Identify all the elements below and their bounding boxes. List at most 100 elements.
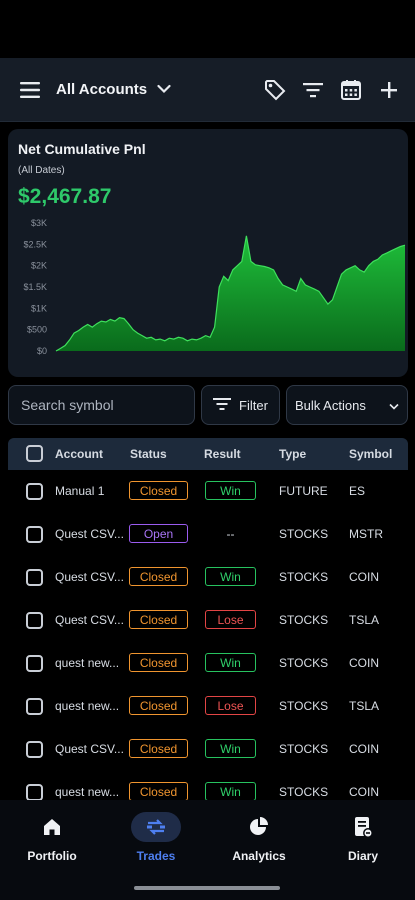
filter-lines-icon[interactable] — [301, 78, 325, 102]
bulk-actions-label: Bulk Actions — [295, 397, 366, 413]
pnl-chart: $3K $2.5K $2K $1.5K $1K $500 $0 — [23, 218, 406, 356]
status-badge: Closed — [129, 782, 188, 800]
nav-trades[interactable]: Trades — [111, 812, 201, 863]
symbol-cell: COIN — [349, 742, 379, 756]
bulk-actions-dropdown[interactable]: Bulk Actions — [286, 385, 408, 425]
nav-analytics[interactable]: Analytics — [214, 812, 304, 863]
row-checkbox[interactable] — [26, 612, 43, 629]
home-icon — [27, 812, 77, 842]
row-checkbox[interactable] — [26, 655, 43, 672]
table-row[interactable]: quest new... Closed Lose STOCKS TSLA — [8, 685, 408, 728]
pnl-title: Net Cumulative Pnl — [18, 141, 146, 157]
column-header-type: Type — [279, 447, 307, 461]
account-cell: Quest CSV... — [55, 570, 124, 584]
table-row[interactable]: quest new... Closed Win STOCKS COIN — [8, 771, 408, 800]
result-badge: Win — [205, 739, 256, 758]
status-badge: Closed — [129, 610, 188, 629]
type-cell: STOCKS — [279, 613, 329, 627]
column-header-result: Result — [204, 447, 241, 461]
status-badge: Open — [129, 524, 188, 543]
tag-icon[interactable] — [263, 78, 287, 102]
type-cell: STOCKS — [279, 656, 329, 670]
account-cell: Quest CSV... — [55, 613, 124, 627]
y-tick-label: $3K — [31, 218, 47, 228]
pnl-date-range: (All Dates) — [18, 165, 65, 176]
row-checkbox[interactable] — [26, 784, 43, 800]
type-cell: STOCKS — [279, 570, 329, 584]
account-selector[interactable]: All Accounts — [56, 81, 171, 99]
type-cell: STOCKS — [279, 699, 329, 713]
filter-button[interactable]: Filter — [201, 385, 280, 425]
table-row[interactable]: Quest CSV... Closed Lose STOCKS TSLA — [8, 599, 408, 642]
nav-label: Portfolio — [27, 849, 77, 863]
table-row[interactable]: Quest CSV... Closed Win STOCKS COIN — [8, 728, 408, 771]
pnl-value: $2,467.87 — [18, 185, 112, 208]
account-cell: quest new... — [55, 785, 120, 799]
select-all-checkbox[interactable] — [26, 445, 43, 462]
table-row[interactable]: quest new... Closed Win STOCKS COIN — [8, 642, 408, 685]
result-badge: Win — [205, 653, 256, 672]
result-empty: -- — [226, 527, 235, 541]
row-checkbox[interactable] — [26, 483, 43, 500]
filter-button-label: Filter — [239, 397, 268, 413]
account-cell: Quest CSV... — [55, 527, 124, 541]
status-badge: Closed — [129, 481, 188, 500]
plus-icon[interactable] — [377, 78, 401, 102]
symbol-cell: COIN — [349, 570, 379, 584]
calendar-icon[interactable] — [339, 78, 363, 102]
account-selector-label: All Accounts — [56, 81, 148, 98]
status-bar — [0, 0, 415, 58]
diary-icon — [338, 812, 388, 842]
symbol-cell: TSLA — [349, 613, 380, 627]
type-cell: FUTURE — [279, 484, 328, 498]
row-checkbox[interactable] — [26, 526, 43, 543]
type-cell: STOCKS — [279, 742, 329, 756]
symbol-cell: COIN — [349, 656, 379, 670]
account-cell: quest new... — [55, 656, 120, 670]
menu-icon[interactable] — [18, 78, 42, 102]
table-row[interactable]: Manual 1 Closed Win FUTURE ES — [8, 470, 408, 513]
y-tick-label: $500 — [27, 325, 47, 335]
status-badge: Closed — [129, 653, 188, 672]
pnl-area-series — [56, 235, 405, 351]
type-cell: STOCKS — [279, 527, 329, 541]
y-tick-label: $2.5K — [23, 239, 47, 249]
trade-controls: Filter Bulk Actions — [8, 385, 408, 425]
type-cell: STOCKS — [279, 785, 329, 799]
column-header-symbol: Symbol — [349, 447, 393, 461]
status-badge: Closed — [129, 567, 188, 586]
table-row[interactable]: Quest CSV... Closed Win STOCKS COIN — [8, 556, 408, 599]
status-badge: Closed — [129, 696, 188, 715]
trades-swap-icon — [131, 812, 181, 842]
nav-portfolio[interactable]: Portfolio — [7, 812, 97, 863]
pie-chart-icon — [234, 812, 284, 842]
column-header-status: Status — [130, 447, 167, 461]
pnl-card: Net Cumulative Pnl (All Dates) $2,467.87… — [8, 129, 408, 377]
column-header-account: Account — [55, 447, 103, 461]
top-bar: All Accounts — [0, 58, 415, 122]
chevron-down-icon — [389, 398, 399, 413]
account-cell: quest new... — [55, 699, 120, 713]
home-indicator[interactable] — [134, 886, 280, 890]
nav-label: Analytics — [232, 849, 286, 863]
account-cell: Manual 1 — [55, 484, 105, 498]
result-badge: Win — [205, 782, 256, 800]
result-badge: Lose — [205, 696, 256, 715]
row-checkbox[interactable] — [26, 741, 43, 758]
result-badge: Lose — [205, 610, 256, 629]
nav-label: Diary — [347, 849, 379, 863]
y-tick-label: $1K — [31, 303, 47, 313]
trades-table: Account Status Result Type Symbol Manual… — [8, 438, 408, 800]
search-input[interactable] — [8, 385, 195, 425]
symbol-cell: TSLA — [349, 699, 380, 713]
account-cell: Quest CSV... — [55, 742, 124, 756]
row-checkbox[interactable] — [26, 569, 43, 586]
y-tick-label: $2K — [31, 261, 47, 271]
y-tick-label: $1.5K — [23, 282, 47, 292]
table-row[interactable]: Quest CSV... Open -- STOCKS MSTR — [8, 513, 408, 556]
nav-diary[interactable]: Diary — [318, 812, 408, 863]
nav-label: Trades — [136, 849, 176, 863]
result-badge: Win — [205, 481, 256, 500]
symbol-cell: MSTR — [349, 527, 383, 541]
row-checkbox[interactable] — [26, 698, 43, 715]
